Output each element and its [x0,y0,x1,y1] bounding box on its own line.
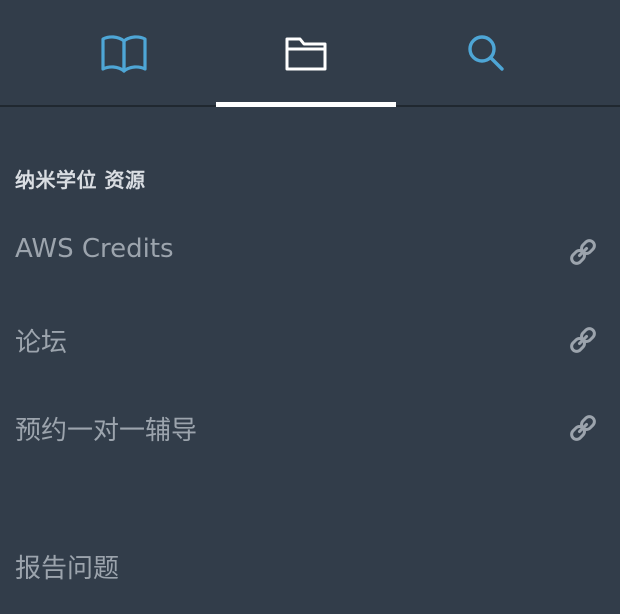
link-icon [567,236,599,268]
resource-link-aws-credits[interactable]: AWS Credits [0,222,620,282]
search-icon [466,33,506,73]
resource-link-forum[interactable]: 论坛 [0,310,620,370]
report-issue-link[interactable]: 报告问题 [15,548,119,585]
active-tab-indicator [216,102,396,107]
book-icon [100,33,148,73]
resources-heading: 纳米学位 资源 [15,168,146,192]
tab-bar [0,0,620,107]
link-icon [567,324,599,356]
tab-book[interactable] [34,0,214,105]
tab-search[interactable] [396,0,576,105]
resource-label: 论坛 [15,328,68,358]
resources-panel: 纳米学位 资源 AWS Credits 论坛 预约一对一辅导 报告问题 [0,0,620,614]
resource-link-mentorship[interactable]: 预约一对一辅导 [0,398,620,458]
link-icon [567,412,599,444]
resource-label: 预约一对一辅导 [15,416,198,446]
tab-folder[interactable] [216,0,396,107]
resource-label: AWS Credits [15,234,174,264]
folder-icon [284,34,328,72]
